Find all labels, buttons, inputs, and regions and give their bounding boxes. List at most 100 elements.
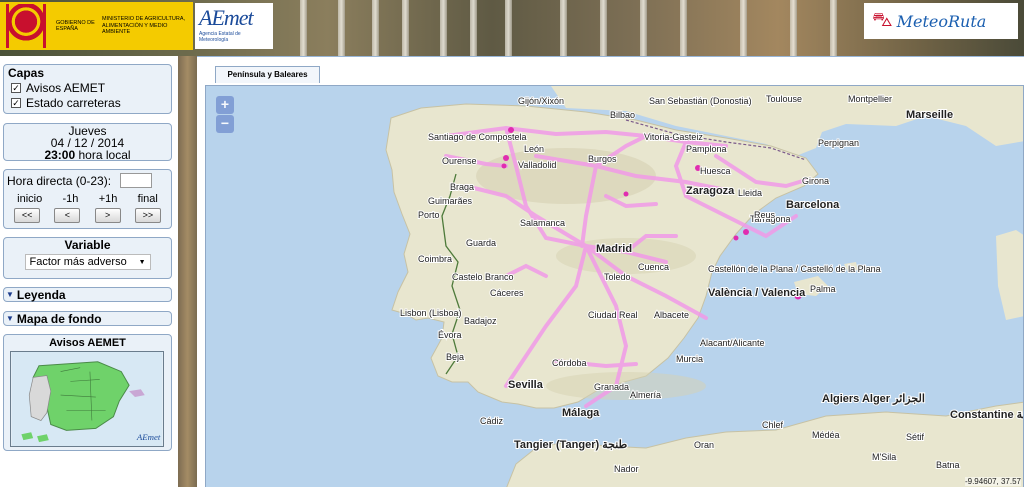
svg-text:Santiago de Compostela: Santiago de Compostela [428,132,527,142]
variable-selected: Factor más adverso [29,256,127,268]
triangle-down-icon: ▼ [6,314,14,323]
map-viewport[interactable]: Gijón/Xixón Bilbao San Sebastián (Donost… [205,85,1024,487]
tab-peninsula-baleares[interactable]: Península y Baleares [215,66,320,83]
layer-carreteras-row[interactable]: ✓ Estado carreteras [8,96,167,110]
legend-toggle[interactable]: ▼ Leyenda [3,287,172,302]
avisos-checkbox[interactable]: ✓ [11,83,21,93]
svg-text:M'Sila: M'Sila [872,452,896,462]
svg-text:Palma: Palma [810,284,836,294]
svg-text:Castellón de la Plana / Castel: Castellón de la Plana / Castelló de la P… [708,264,881,274]
svg-text:Barcelona: Barcelona [786,199,840,211]
svg-text:Perpignan: Perpignan [818,138,859,148]
svg-text:Badajoz: Badajoz [464,316,497,326]
car-icon: ⛍ [872,8,893,31]
next-hour-button[interactable]: > [94,208,121,223]
carreteras-checkbox[interactable]: ✓ [11,98,21,108]
avisos-thumbnail-map[interactable]: AEmet [10,351,164,447]
avisos-aemet-logo: AEmet [136,432,161,442]
svg-text:Montpellier: Montpellier [848,94,892,104]
date-panel: Jueves 04 / 12 / 2014 23:00 hora local [3,123,172,161]
carreteras-label: Estado carreteras [26,96,121,110]
aemet-logo[interactable]: AEmet Agencia Estatal de Meteorología [195,3,273,49]
gobierno-text: GOBIERNO DE ESPAÑA [56,19,95,33]
road-weather-map[interactable]: Gijón/Xixón Bilbao San Sebastián (Donost… [206,86,1024,487]
first-hour-button[interactable]: << [14,208,41,223]
variable-title: Variable [64,238,111,252]
svg-text:Marseille: Marseille [906,109,953,121]
sidebar: Capas ✓ Avisos AEMET ✓ Estado carreteras… [0,56,178,487]
svg-text:Toledo: Toledo [604,272,631,282]
svg-text:Almería: Almería [630,390,661,400]
svg-text:Lisbon (Lisboa): Lisbon (Lisboa) [400,308,462,318]
variable-select[interactable]: Factor más adverso ▼ [24,254,151,270]
svg-text:Valladolid: Valladolid [518,160,556,170]
svg-text:Constantine قسنطينة: Constantine قسنطينة [950,409,1024,421]
aemet-wordmark: AEmet [199,5,254,30]
coordinate-readout: -9.94607, 37.57 [964,477,1021,486]
svg-text:Cuenca: Cuenca [638,262,669,272]
last-hour-button[interactable]: >> [134,208,161,223]
layer-avisos-row[interactable]: ✓ Avisos AEMET [8,81,167,95]
hour-panel: Hora directa (0-23): inicio -1h +1h fina… [3,169,172,229]
svg-text:Médéa: Médéa [812,430,840,440]
svg-text:Ciudad Real: Ciudad Real [588,310,638,320]
svg-text:Pamplona: Pamplona [686,144,727,154]
time-suffix: hora local [78,148,131,162]
svg-text:Albacete: Albacete [654,310,689,320]
svg-text:Algiers Alger الجزائر: Algiers Alger الجزائر [822,393,925,405]
base-map-toggle[interactable]: ▼ Mapa de fondo [3,311,172,326]
svg-text:Toulouse: Toulouse [766,94,802,104]
main-area: Península y Baleares Gijón/Xixón Bilbao … [197,56,1024,487]
minus-hour-label: -1h [62,193,79,205]
base-map-label: Mapa de fondo [16,311,102,326]
svg-text:Bilbao: Bilbao [610,110,635,120]
svg-text:Nador: Nador [614,464,639,474]
avisos-panel: Avisos AEMET AEmet [3,334,172,451]
svg-text:Málaga: Málaga [562,407,600,419]
svg-text:Cáceres: Cáceres [490,288,524,298]
svg-text:Sevilla: Sevilla [508,379,544,391]
prev-hour-button[interactable]: < [54,208,81,223]
end-label: final [137,193,158,205]
local-time: 23:00 hora local [4,149,171,161]
meteoruta-wordmark: MeteoRuta [896,11,987,31]
zoom-in-button[interactable]: + [216,96,234,114]
svg-text:Cádiz: Cádiz [480,416,504,426]
svg-text:Tangier (Tanger) طنجة: Tangier (Tanger) طنجة [514,439,628,451]
svg-text:Beja: Beja [446,352,464,362]
decorative-strip [178,56,197,487]
svg-text:Porto: Porto [418,210,440,220]
capas-title: Capas [8,66,45,80]
header-banner: GOBIERNO DE ESPAÑA MINISTERIO DE AGRICUL… [0,0,1024,56]
svg-text:Murcia: Murcia [676,354,703,364]
hour-direct-label: Hora directa (0-23): [7,173,112,188]
svg-text:Granada: Granada [594,382,629,392]
svg-text:Batna: Batna [936,460,960,470]
aemet-subtitle: Agencia Estatal de Meteorología [199,31,241,43]
coat-of-arms-icon [6,4,46,48]
svg-text:Sétif: Sétif [906,432,925,442]
app-root: GOBIERNO DE ESPAÑA MINISTERIO DE AGRICUL… [0,0,1024,487]
plus-hour-label: +1h [98,193,118,205]
legend-label: Leyenda [16,287,66,302]
meteoruta-logo[interactable]: ⛍ MeteoRuta [864,3,1018,39]
svg-text:Ourense: Ourense [442,156,477,166]
svg-text:Vitoria-Gasteiz: Vitoria-Gasteiz [644,132,703,142]
svg-text:San Sebastián (Donostia): San Sebastián (Donostia) [649,96,752,106]
svg-text:Évora: Évora [438,330,462,340]
svg-text:Guimarães: Guimarães [428,196,473,206]
svg-text:Huesca: Huesca [700,166,731,176]
avisos-label: Avisos AEMET [26,81,106,95]
svg-text:Gijón/Xixón: Gijón/Xixón [518,96,564,106]
svg-text:Lleida: Lleida [738,188,762,198]
hour-input[interactable] [120,173,152,188]
svg-text:Madrid: Madrid [596,243,632,255]
svg-text:León: León [524,144,544,154]
svg-text:Zaragoza: Zaragoza [686,185,735,197]
ministerio-text: MINISTERIO DE AGRICULTURA, ALIMENTACIÓN … [102,16,186,36]
start-label: inicio [17,193,43,205]
zoom-out-button[interactable]: − [216,115,234,133]
svg-text:València / Valencia: València / Valencia [708,287,806,299]
svg-text:Girona: Girona [802,176,829,186]
svg-text:Alacant/Alicante: Alacant/Alicante [700,338,765,348]
